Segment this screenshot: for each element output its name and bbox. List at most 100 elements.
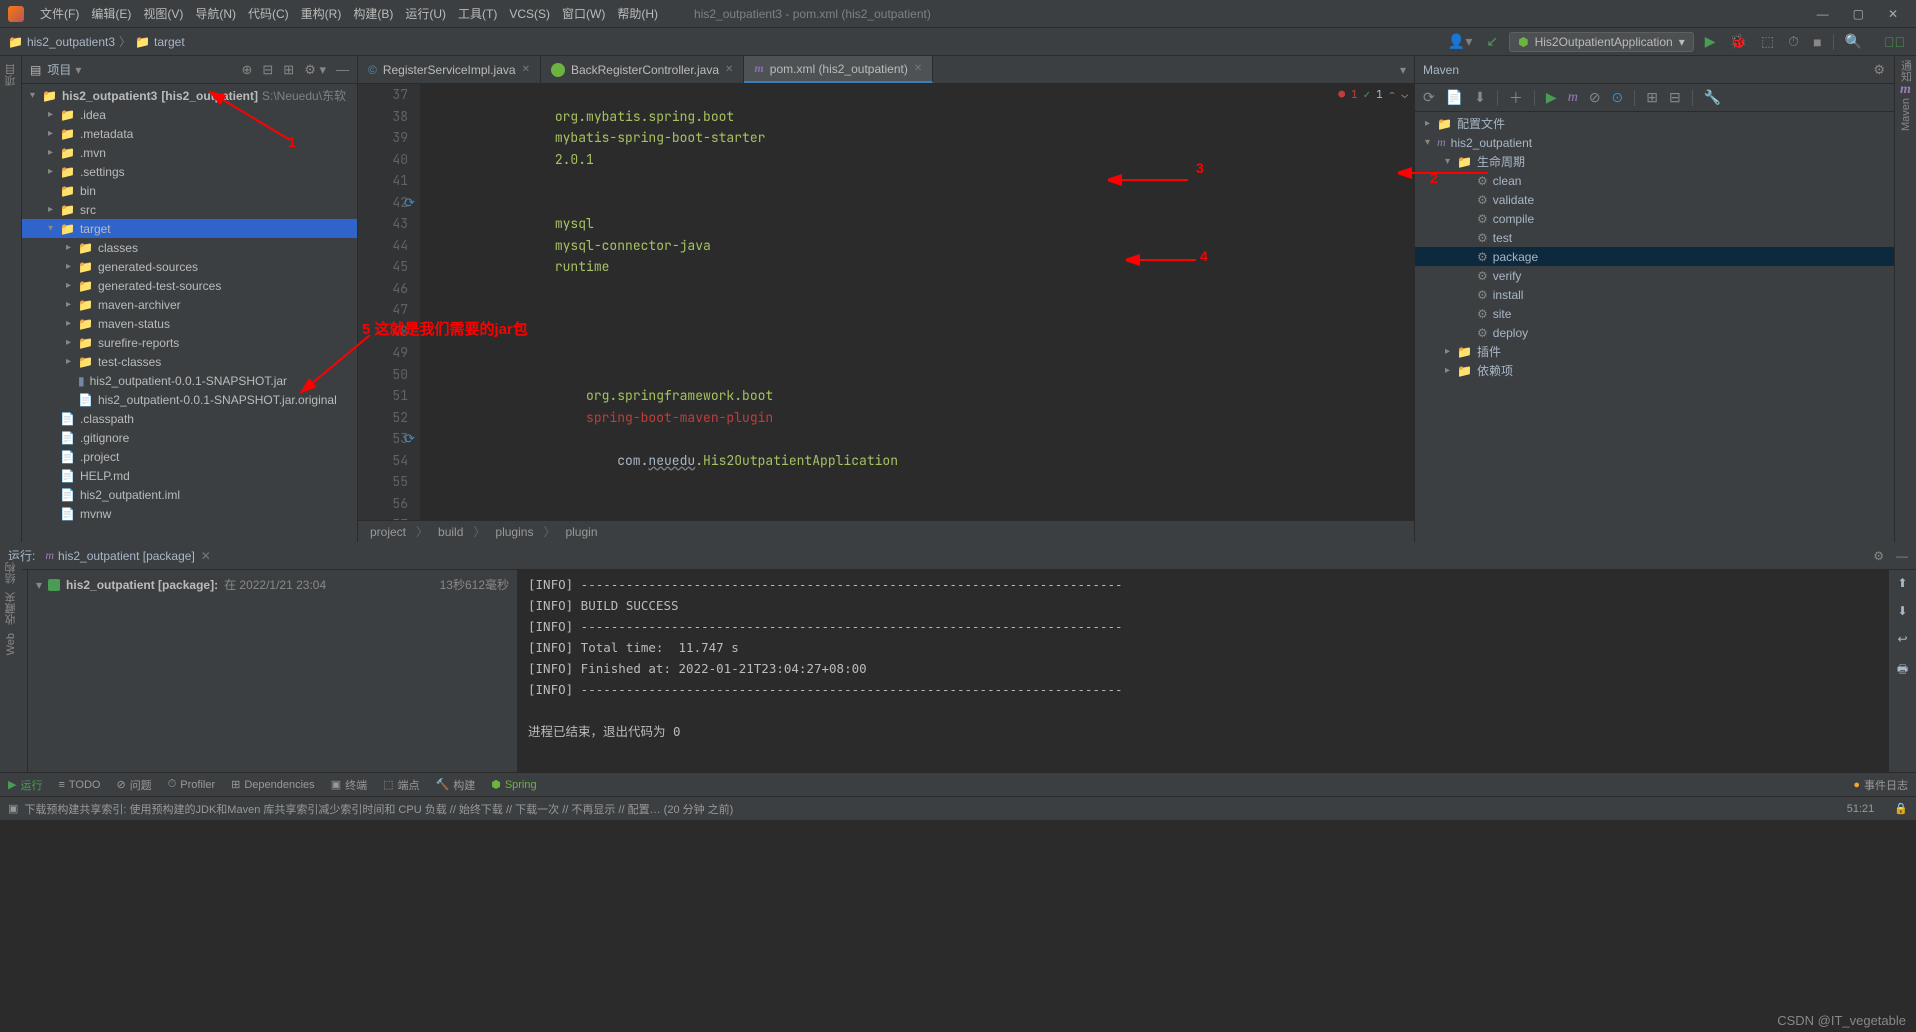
wrench-icon[interactable]: 🔧	[1704, 89, 1721, 106]
tool-endpoints[interactable]: ⬚ 端点	[383, 777, 419, 793]
tool-profiler[interactable]: ⏱ Profiler	[168, 778, 215, 791]
close-icon[interactable]: ✕	[1888, 7, 1898, 21]
breadcrumb-child[interactable]: target	[154, 35, 185, 49]
menu-tools[interactable]: 工具(T)	[452, 5, 503, 22]
maven-node-install[interactable]: ⚙install	[1415, 285, 1916, 304]
tree-node[interactable]: ▸📁.metadata	[22, 124, 357, 143]
tool-todo[interactable]: ≡ TODO	[58, 779, 100, 791]
tool-problems[interactable]: ⊘ 问题	[116, 777, 151, 793]
tool-notifications[interactable]: 通知	[1898, 60, 1914, 82]
cursor-position[interactable]: 51:21	[1847, 803, 1875, 815]
maximize-icon[interactable]: ▢	[1853, 7, 1864, 21]
tree-node[interactable]: ▸📁test-classes	[22, 352, 357, 371]
tool-project[interactable]: 项目	[3, 64, 19, 86]
menu-build[interactable]: 构建(B)	[347, 5, 399, 22]
code-content[interactable]: org.mybatis.spring.boot mybatis-spring-b…	[420, 84, 1414, 520]
tree-node[interactable]: 📄.project	[22, 447, 357, 466]
tree-node[interactable]: 📄.classpath	[22, 409, 357, 428]
minimize-icon[interactable]: —	[1817, 7, 1829, 21]
maven-node-package[interactable]: ⚙package	[1415, 247, 1916, 266]
maven-node-依赖项[interactable]: ▸📁依赖项	[1415, 361, 1916, 380]
print-icon[interactable]: 🖶	[1897, 660, 1908, 681]
collapse-icon[interactable]: ⊟	[1669, 89, 1681, 106]
run-goal-icon[interactable]: ▶	[1546, 89, 1557, 106]
menu-view[interactable]: 视图(V)	[137, 5, 189, 22]
menu-refactor[interactable]: 重构(R)	[295, 5, 348, 22]
maven-node-his2_outpatient[interactable]: ▾mhis2_outpatient	[1415, 133, 1916, 152]
tree-node[interactable]: 📄HELP.md	[22, 466, 357, 485]
run-gear-icon[interactable]: ⚙	[1873, 549, 1884, 563]
user-icon[interactable]: 👤▾	[1445, 33, 1475, 50]
stop-button[interactable]: ■	[1810, 34, 1824, 50]
coverage-button[interactable]: ⬚	[1758, 33, 1777, 50]
tool-terminal[interactable]: ▣ 终端	[331, 777, 367, 793]
close-run-icon[interactable]: ✕	[201, 549, 211, 563]
refresh-icon[interactable]: ⟳	[1423, 89, 1435, 106]
tree-node[interactable]: ▸📁surefire-reports	[22, 333, 357, 352]
run-button[interactable]: ▶	[1702, 33, 1719, 50]
maven-node-clean[interactable]: ⚙clean	[1415, 171, 1916, 190]
menu-navigate[interactable]: 导航(N)	[189, 5, 242, 22]
maven-node-配置文件[interactable]: ▸📁配置文件	[1415, 114, 1916, 133]
maven-node-validate[interactable]: ⚙validate	[1415, 190, 1916, 209]
tree-node[interactable]: 📄his2_outpatient.iml	[22, 485, 357, 504]
add-icon[interactable]: ＋	[1509, 88, 1523, 108]
debug-button[interactable]: 🐞	[1727, 33, 1750, 50]
project-tree[interactable]: ▾ 📁 his2_outpatient3 [his2_outpatient] S…	[22, 84, 357, 542]
editor-inspection[interactable]: ●1 ✓1 ⌃⌄	[1338, 88, 1408, 102]
menu-file[interactable]: 文件(F)	[34, 5, 85, 22]
run-config-selector[interactable]: ⬢ His2OutpatientApplication ▾	[1509, 32, 1694, 52]
status-message[interactable]: 下载预构建共享索引: 使用预构建的JDK和Maven 库共享索引减少索引时间和 …	[24, 801, 733, 817]
scroll-up-icon[interactable]: ⬆	[1897, 576, 1907, 590]
chevron-down-icon[interactable]: ▾	[75, 63, 81, 77]
show-deps-icon[interactable]: ⊞	[1646, 89, 1658, 106]
tool-dependencies[interactable]: ⊞ Dependencies	[231, 778, 315, 791]
tree-node[interactable]: ▮his2_outpatient-0.0.1-SNAPSHOT.jar	[22, 371, 357, 390]
tree-node[interactable]: ▸📁src	[22, 200, 357, 219]
menu-help[interactable]: 帮助(H)	[611, 5, 664, 22]
run-console[interactable]: [INFO] ---------------------------------…	[518, 570, 1888, 772]
tool-events[interactable]: ● 事件日志	[1853, 777, 1908, 793]
menu-run[interactable]: 运行(U)	[399, 5, 452, 22]
tree-node[interactable]: ▸📁generated-sources	[22, 257, 357, 276]
tool-run[interactable]: ▶ 运行	[8, 777, 42, 793]
execute-icon[interactable]: m	[1568, 90, 1578, 106]
breadcrumb[interactable]: 📁 his2_outpatient3 〉 📁 target	[8, 33, 185, 50]
select-opened-icon[interactable]: ⊕	[241, 62, 252, 78]
tool-structure[interactable]: 结构	[3, 562, 19, 584]
tree-node[interactable]: 📁bin	[22, 181, 357, 200]
tab-register-service[interactable]: © RegisterServiceImpl.java ✕	[358, 56, 541, 83]
tree-root[interactable]: ▾ 📁 his2_outpatient3 [his2_outpatient] S…	[22, 86, 357, 105]
soft-wrap-icon[interactable]: ↩	[1897, 632, 1907, 646]
maven-node-生命周期[interactable]: ▾📁生命周期	[1415, 152, 1916, 171]
maven-node-compile[interactable]: ⚙compile	[1415, 209, 1916, 228]
tree-node[interactable]: ▸📁classes	[22, 238, 357, 257]
editor-body[interactable]: 373839404142⟳4344454647484950515253⟳5455…	[358, 84, 1414, 520]
hide-icon[interactable]: —	[336, 62, 349, 78]
hide-run-icon[interactable]: —	[1896, 549, 1908, 563]
tree-node[interactable]: ▸📁generated-test-sources	[22, 276, 357, 295]
scroll-down-icon[interactable]: ⬇	[1897, 604, 1907, 618]
skip-tests-icon[interactable]: ⊙	[1612, 89, 1624, 106]
tree-node[interactable]: ▾📁target	[22, 219, 357, 238]
download-icon[interactable]: ⬇	[1474, 89, 1486, 106]
tool-build[interactable]: 🔨 构建	[436, 777, 476, 793]
close-tab-icon[interactable]: ✕	[914, 63, 922, 74]
profiler-button[interactable]: ⏱	[1785, 33, 1802, 50]
status-icon[interactable]: ▣	[8, 802, 18, 815]
run-tree[interactable]: ▾ his2_outpatient [package]: 在 2022/1/21…	[28, 570, 518, 772]
maven-node-site[interactable]: ⚙site	[1415, 304, 1916, 323]
tree-node[interactable]: ▸📁.idea	[22, 105, 357, 124]
gutter[interactable]: 373839404142⟳4344454647484950515253⟳5455…	[358, 84, 420, 520]
menu-window[interactable]: 窗口(W)	[556, 5, 611, 22]
maven-node-插件[interactable]: ▸📁插件	[1415, 342, 1916, 361]
tree-node[interactable]: 📄his2_outpatient-0.0.1-SNAPSHOT.jar.orig…	[22, 390, 357, 409]
close-tab-icon[interactable]: ✕	[522, 64, 530, 75]
tool-maven[interactable]: Maven	[1900, 98, 1912, 131]
tree-node[interactable]: ▸📁maven-status	[22, 314, 357, 333]
maven-node-test[interactable]: ⚙test	[1415, 228, 1916, 247]
editor-breadcrumbs[interactable]: project〉 build〉 plugins〉 plugin	[358, 520, 1414, 542]
collapse-all-icon[interactable]: ⊞	[283, 62, 294, 78]
vcs-update-icon[interactable]: ↙	[1483, 33, 1501, 50]
tree-node[interactable]: ▸📁.settings	[22, 162, 357, 181]
